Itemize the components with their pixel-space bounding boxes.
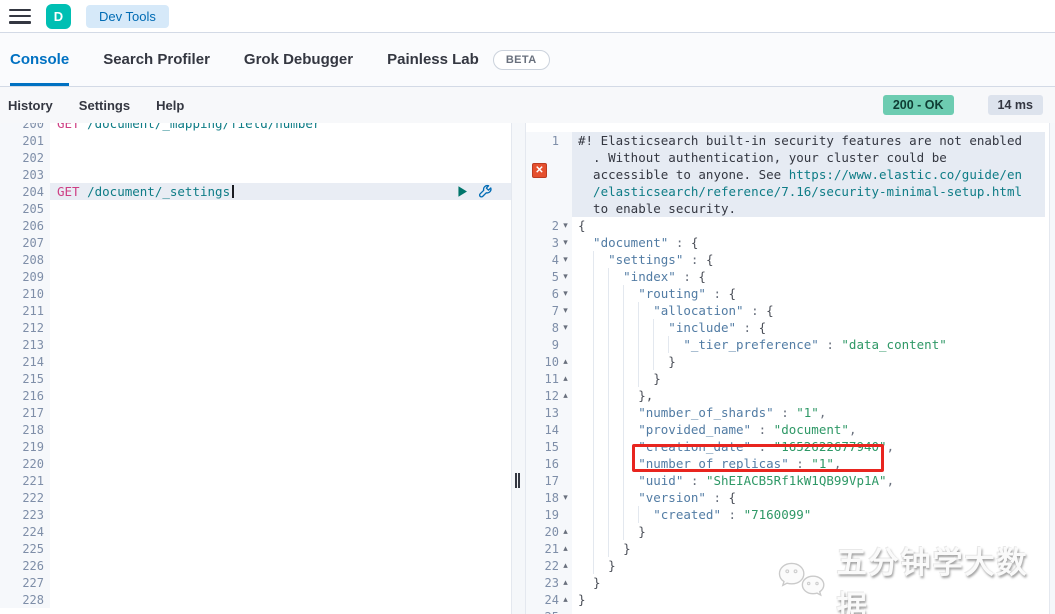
response-line[interactable]: 19"created" : "7160099" — [526, 506, 1055, 523]
request-line[interactable]: 211 — [0, 302, 511, 319]
request-line[interactable]: 200GET /document/_mapping/field/number — [0, 123, 511, 132]
response-line[interactable]: 6▾"routing" : { — [526, 285, 1055, 302]
request-line[interactable]: 221 — [0, 472, 511, 489]
request-line[interactable]: 201 — [0, 132, 511, 149]
menu-history[interactable]: History — [8, 98, 53, 113]
request-line[interactable]: 205 — [0, 200, 511, 217]
response-line[interactable]: 1#! Elasticsearch built-in security feat… — [526, 132, 1055, 149]
request-line[interactable]: 216 — [0, 387, 511, 404]
request-line[interactable]: 217 — [0, 404, 511, 421]
request-line[interactable]: 218 — [0, 421, 511, 438]
panel-resize-handle[interactable] — [515, 473, 520, 488]
response-line[interactable]: 23▴} — [526, 574, 1055, 591]
request-line[interactable]: 215 — [0, 370, 511, 387]
response-line[interactable]: 9"_tier_preference" : "data_content" — [526, 336, 1055, 353]
response-line[interactable]: 25 — [526, 608, 1055, 614]
request-line[interactable]: 207 — [0, 234, 511, 251]
wrench-icon[interactable] — [478, 184, 493, 199]
response-line[interactable]: 18▾"version" : { — [526, 489, 1055, 506]
request-line[interactable]: 206 — [0, 217, 511, 234]
response-line[interactable]: 3▾"document" : { — [526, 234, 1055, 251]
menu-icon[interactable] — [9, 9, 31, 24]
response-line[interactable]: 8▾"include" : { — [526, 319, 1055, 336]
request-line[interactable]: 213 — [0, 336, 511, 353]
text-cursor — [232, 185, 234, 198]
response-line[interactable]: 2▾{ — [526, 217, 1055, 234]
response-line[interactable]: 22▴} — [526, 557, 1055, 574]
menu-settings[interactable]: Settings — [79, 98, 130, 113]
annotation-red-box — [632, 444, 884, 472]
request-line[interactable]: 214 — [0, 353, 511, 370]
response-line[interactable]: 12▴}, — [526, 387, 1055, 404]
response-line[interactable]: 7▾"allocation" : { — [526, 302, 1055, 319]
tab-grok-debugger[interactable]: Grok Debugger — [244, 33, 353, 86]
request-line[interactable]: 226 — [0, 557, 511, 574]
response-line[interactable]: 17"uuid" : "ShEIACB5Rf1kW1QB99Vp1A", — [526, 472, 1055, 489]
request-line[interactable]: 227 — [0, 574, 511, 591]
request-line[interactable]: 222 — [0, 489, 511, 506]
app-tabs: Console Search Profiler Grok Debugger Pa… — [0, 33, 1055, 87]
request-editor[interactable]: 200GET /document/_mapping/field/number20… — [0, 123, 511, 614]
request-editor-lines: 200GET /document/_mapping/field/number20… — [0, 123, 511, 608]
response-line[interactable]: 21▴} — [526, 540, 1055, 557]
response-line[interactable]: 4▾"settings" : { — [526, 251, 1055, 268]
request-line[interactable]: 202 — [0, 149, 511, 166]
panel-divider[interactable] — [511, 123, 526, 614]
top-bar: D Dev Tools — [0, 0, 1055, 33]
tab-console[interactable]: Console — [10, 33, 69, 86]
beta-badge: BETA — [493, 50, 550, 70]
menu-help[interactable]: Help — [156, 98, 184, 113]
request-line[interactable]: 223 — [0, 506, 511, 523]
response-time-badge: 14 ms — [988, 95, 1043, 115]
request-line[interactable]: 208 — [0, 251, 511, 268]
space-avatar[interactable]: D — [46, 4, 71, 29]
request-line[interactable]: 228 — [0, 591, 511, 608]
response-line[interactable]: . Without authentication, your cluster c… — [526, 149, 1055, 166]
response-line[interactable]: 14"provided_name" : "document", — [526, 421, 1055, 438]
scrollbar-track[interactable] — [1049, 123, 1055, 614]
request-line[interactable]: 212 — [0, 319, 511, 336]
request-line[interactable]: 224 — [0, 523, 511, 540]
breadcrumb[interactable]: Dev Tools — [86, 5, 169, 28]
console-menu-bar: History Settings Help 200 - OK 14 ms — [0, 87, 1055, 123]
tab-search-profiler[interactable]: Search Profiler — [103, 33, 210, 86]
response-line[interactable]: accessible to anyone. See https://www.el… — [526, 166, 1055, 183]
response-line[interactable]: 5▾"index" : { — [526, 268, 1055, 285]
request-line[interactable]: 209 — [0, 268, 511, 285]
red-x-square-icon: ✕ — [532, 163, 547, 178]
response-line[interactable]: 11▴} — [526, 370, 1055, 387]
response-line[interactable]: 20▴} — [526, 523, 1055, 540]
play-triangle-icon[interactable] — [456, 185, 469, 198]
response-line[interactable]: 13"number_of_shards" : "1", — [526, 404, 1055, 421]
console-editors: 200GET /document/_mapping/field/number20… — [0, 123, 1055, 614]
tab-painless-lab[interactable]: Painless Lab — [387, 33, 479, 86]
request-line[interactable]: 220 — [0, 455, 511, 472]
response-line[interactable]: 24▴} — [526, 591, 1055, 608]
status-code-badge: 200 - OK — [883, 95, 954, 115]
response-editor-lines: 1#! Elasticsearch built-in security feat… — [526, 132, 1055, 614]
request-line[interactable]: 225 — [0, 540, 511, 557]
response-editor[interactable]: ✕ 1#! Elasticsearch built-in security fe… — [526, 123, 1055, 614]
response-line[interactable]: 10▴} — [526, 353, 1055, 370]
response-line[interactable]: /elasticsearch/reference/7.16/security-m… — [526, 183, 1055, 200]
request-line[interactable]: 204GET /document/_settings — [0, 183, 511, 200]
request-line[interactable]: 219 — [0, 438, 511, 455]
response-line[interactable]: to enable security. — [526, 200, 1055, 217]
request-line[interactable]: 203 — [0, 166, 511, 183]
request-line[interactable]: 210 — [0, 285, 511, 302]
